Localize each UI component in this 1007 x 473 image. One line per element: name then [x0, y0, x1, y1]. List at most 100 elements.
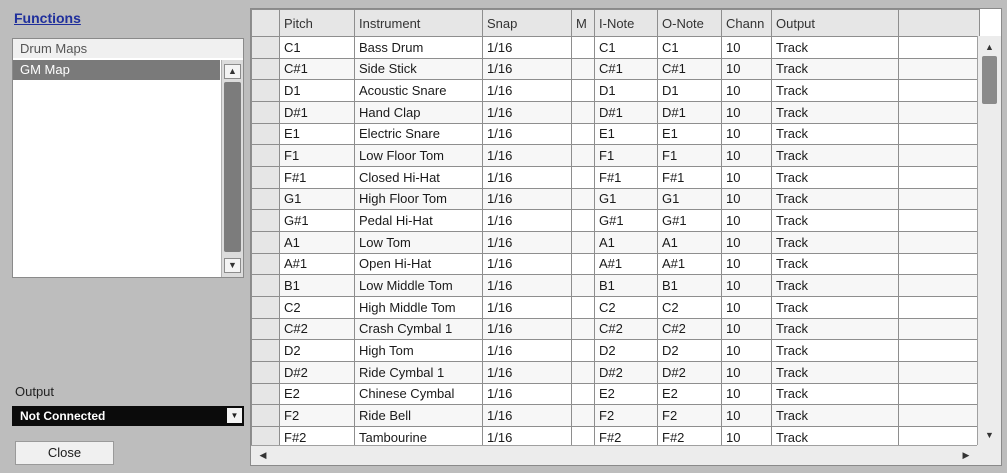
cell-output[interactable]: Track — [771, 274, 899, 297]
cell-output[interactable]: Track — [771, 122, 899, 146]
cell-channel[interactable]: 10 — [721, 165, 772, 189]
cell-mute[interactable] — [571, 339, 595, 362]
cell-pitch[interactable]: E1 — [279, 122, 355, 146]
column-header-spare[interactable] — [898, 9, 980, 37]
cell-pitch[interactable]: D#1 — [279, 100, 355, 124]
cell-o-note[interactable]: C1 — [657, 36, 722, 59]
cell-mute[interactable] — [571, 209, 595, 232]
table-row[interactable]: A1 Low Tom 1/16 A1 A1 10 Track — [251, 230, 980, 254]
cell-pitch[interactable]: D1 — [279, 79, 355, 102]
cell-mute[interactable] — [571, 360, 595, 384]
table-row[interactable]: C1 Bass Drum 1/16 C1 C1 10 Track — [251, 36, 980, 59]
cell-pitch[interactable]: B1 — [279, 274, 355, 297]
scroll-down-icon[interactable]: ▼ — [982, 428, 997, 442]
cell-instrument[interactable]: Ride Cymbal 1 — [354, 360, 483, 384]
cell-channel[interactable]: 10 — [721, 100, 772, 124]
cell-i-note[interactable]: E2 — [594, 382, 658, 406]
cell-snap[interactable]: 1/16 — [482, 209, 572, 232]
cell-channel[interactable]: 10 — [721, 252, 772, 276]
cell-output[interactable]: Track — [771, 57, 899, 81]
cell-instrument[interactable]: Low Middle Tom — [354, 274, 483, 297]
scroll-down-icon[interactable]: ▼ — [224, 258, 241, 273]
row-handle[interactable] — [251, 252, 280, 276]
cell-snap[interactable]: 1/16 — [482, 122, 572, 146]
cell-mute[interactable] — [571, 57, 595, 81]
cell-snap[interactable]: 1/16 — [482, 339, 572, 362]
cell-output[interactable]: Track — [771, 252, 899, 276]
cell-i-note[interactable]: G1 — [594, 187, 658, 211]
cell-mute[interactable] — [571, 100, 595, 124]
cell-channel[interactable]: 10 — [721, 209, 772, 232]
cell-snap[interactable]: 1/16 — [482, 295, 572, 319]
cell-channel[interactable]: 10 — [721, 79, 772, 102]
row-handle[interactable] — [251, 144, 280, 167]
row-handle[interactable] — [251, 36, 280, 59]
cell-instrument[interactable]: High Middle Tom — [354, 295, 483, 319]
cell-snap[interactable]: 1/16 — [482, 382, 572, 406]
cell-channel[interactable]: 10 — [721, 382, 772, 406]
column-header-pitch[interactable]: Pitch — [279, 9, 355, 37]
table-row[interactable]: F#1 Closed Hi-Hat 1/16 F#1 F#1 10 Track — [251, 165, 980, 189]
cell-mute[interactable] — [571, 122, 595, 146]
cell-i-note[interactable]: B1 — [594, 274, 658, 297]
cell-i-note[interactable]: A#1 — [594, 252, 658, 276]
scrollbar-thumb[interactable] — [224, 82, 241, 252]
cell-output[interactable]: Track — [771, 404, 899, 427]
cell-i-note[interactable]: A1 — [594, 230, 658, 254]
cell-pitch[interactable]: C#1 — [279, 57, 355, 81]
cell-output[interactable]: Track — [771, 187, 899, 211]
cell-snap[interactable]: 1/16 — [482, 360, 572, 384]
cell-o-note[interactable]: C#2 — [657, 317, 722, 341]
cell-i-note[interactable]: F1 — [594, 144, 658, 167]
table-row[interactable]: G1 High Floor Tom 1/16 G1 G1 10 Track — [251, 187, 980, 211]
cell-o-note[interactable]: E1 — [657, 122, 722, 146]
cell-output[interactable]: Track — [771, 382, 899, 406]
table-vertical-scrollbar[interactable]: ▲ ▼ — [977, 36, 1001, 446]
cell-output[interactable]: Track — [771, 360, 899, 384]
cell-i-note[interactable]: E1 — [594, 122, 658, 146]
row-handle[interactable] — [251, 404, 280, 427]
cell-instrument[interactable]: High Floor Tom — [354, 187, 483, 211]
cell-pitch[interactable]: D2 — [279, 339, 355, 362]
cell-snap[interactable]: 1/16 — [482, 36, 572, 59]
cell-snap[interactable]: 1/16 — [482, 165, 572, 189]
cell-instrument[interactable]: Pedal Hi-Hat — [354, 209, 483, 232]
scroll-up-icon[interactable]: ▲ — [982, 40, 997, 54]
cell-mute[interactable] — [571, 187, 595, 211]
cell-pitch[interactable]: C1 — [279, 36, 355, 59]
output-select[interactable]: Not Connected ▼ — [12, 406, 244, 426]
cell-snap[interactable]: 1/16 — [482, 144, 572, 167]
cell-channel[interactable]: 10 — [721, 295, 772, 319]
table-row[interactable]: B1 Low Middle Tom 1/16 B1 B1 10 Track — [251, 274, 980, 297]
cell-o-note[interactable]: D#2 — [657, 360, 722, 384]
cell-o-note[interactable]: E2 — [657, 382, 722, 406]
table-row[interactable]: C2 High Middle Tom 1/16 C2 C2 10 Track — [251, 295, 980, 319]
cell-output[interactable]: Track — [771, 317, 899, 341]
cell-pitch[interactable]: G1 — [279, 187, 355, 211]
cell-o-note[interactable]: F#1 — [657, 165, 722, 189]
cell-pitch[interactable]: E2 — [279, 382, 355, 406]
column-header-chann[interactable]: Chann — [721, 9, 772, 37]
table-row[interactable]: G#1 Pedal Hi-Hat 1/16 G#1 G#1 10 Track — [251, 209, 980, 232]
cell-channel[interactable]: 10 — [721, 360, 772, 384]
cell-i-note[interactable]: D#1 — [594, 100, 658, 124]
cell-output[interactable]: Track — [771, 100, 899, 124]
cell-o-note[interactable]: C#1 — [657, 57, 722, 81]
cell-pitch[interactable]: A1 — [279, 230, 355, 254]
row-handle[interactable] — [251, 79, 280, 102]
cell-i-note[interactable]: G#1 — [594, 209, 658, 232]
table-row[interactable]: C#2 Crash Cymbal 1 1/16 C#2 C#2 10 Track — [251, 317, 980, 341]
cell-output[interactable]: Track — [771, 209, 899, 232]
cell-mute[interactable] — [571, 252, 595, 276]
table-row[interactable]: D#1 Hand Clap 1/16 D#1 D#1 10 Track — [251, 100, 980, 124]
cell-snap[interactable]: 1/16 — [482, 404, 572, 427]
drum-maps-scrollbar[interactable]: ▲ ▼ — [221, 60, 243, 277]
cell-output[interactable]: Track — [771, 165, 899, 189]
cell-mute[interactable] — [571, 144, 595, 167]
table-row[interactable]: A#1 Open Hi-Hat 1/16 A#1 A#1 10 Track — [251, 252, 980, 276]
cell-o-note[interactable]: C2 — [657, 295, 722, 319]
cell-o-note[interactable]: G#1 — [657, 209, 722, 232]
cell-mute[interactable] — [571, 317, 595, 341]
cell-snap[interactable]: 1/16 — [482, 230, 572, 254]
cell-pitch[interactable]: F2 — [279, 404, 355, 427]
